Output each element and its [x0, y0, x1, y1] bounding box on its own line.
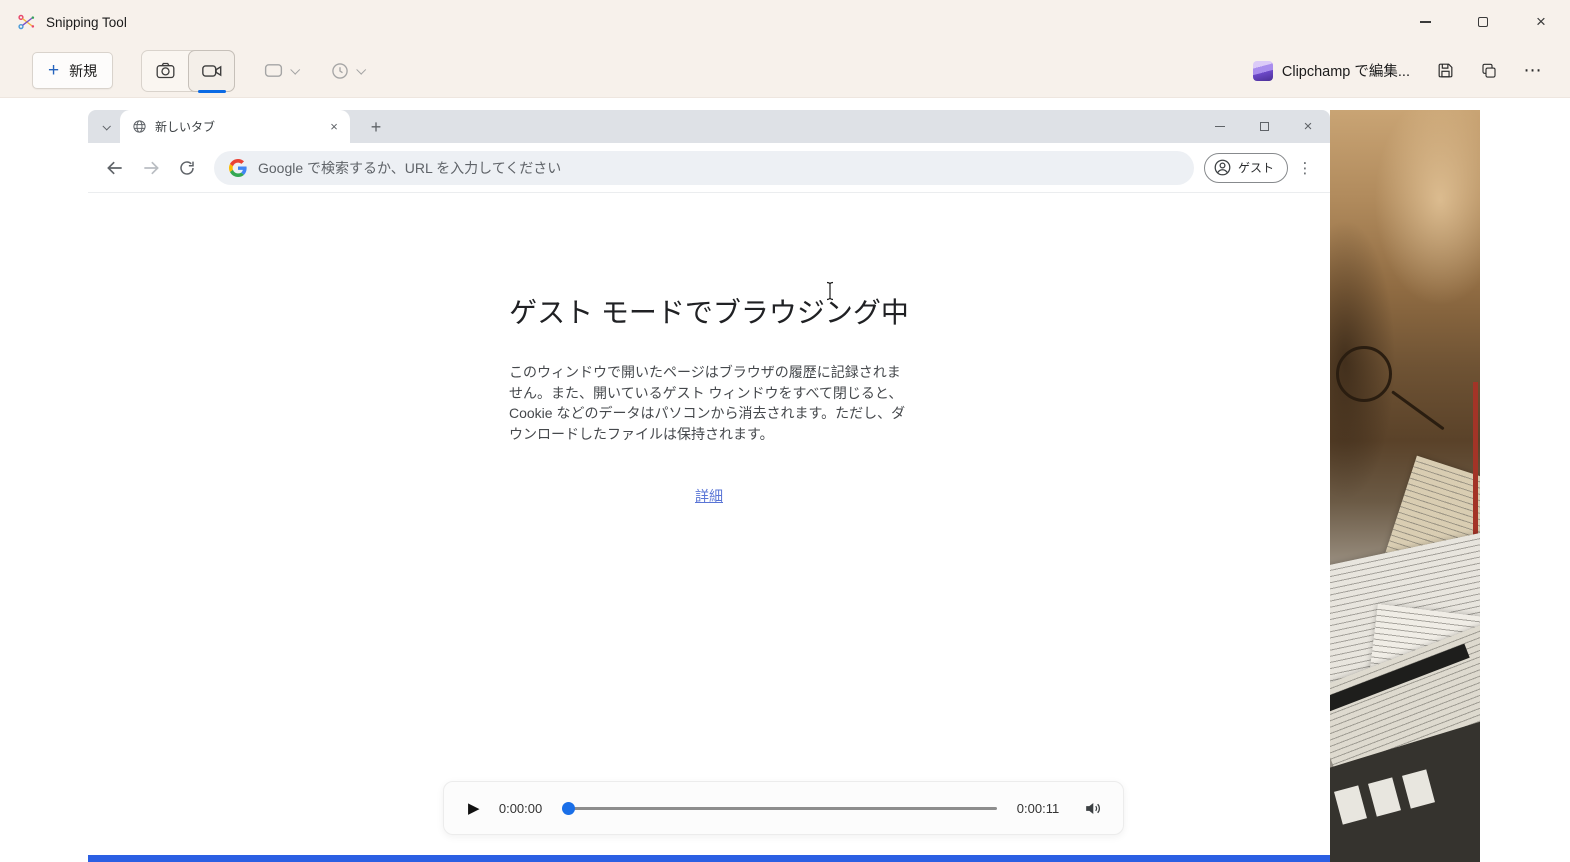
guest-mode-page: ゲスト モードでブラウジング中 このウィンドウで開いたページはブラウザの履歴に記…	[88, 193, 1330, 855]
clock-icon	[330, 61, 350, 81]
active-mode-indicator	[198, 90, 226, 93]
snipping-tool-logo-icon	[16, 12, 36, 32]
seek-track	[562, 807, 997, 810]
copy-button[interactable]	[1470, 53, 1508, 89]
browser-minimize-button[interactable]	[1198, 110, 1242, 143]
forward-button[interactable]	[134, 151, 168, 185]
browser-tab[interactable]: 新しいタブ ×	[120, 110, 350, 143]
titlebar: Snipping Tool ×	[0, 0, 1570, 44]
browser-close-button[interactable]: ×	[1286, 110, 1330, 143]
browser-window-controls: ×	[1198, 110, 1330, 143]
close-icon: ×	[1304, 118, 1313, 135]
chevron-down-icon	[290, 65, 300, 75]
snipping-tool-window: Snipping Tool × + 新規	[0, 0, 1570, 862]
close-button[interactable]: ×	[1512, 0, 1570, 44]
minimize-icon	[1420, 21, 1431, 22]
reload-button[interactable]	[170, 151, 204, 185]
person-circle-icon	[1213, 158, 1232, 177]
omnibox-placeholder: Google で検索するか、URL を入力してください	[258, 158, 561, 178]
videocam-icon	[201, 60, 223, 82]
new-capture-button[interactable]: + 新規	[32, 52, 113, 89]
back-arrow-icon	[105, 158, 125, 178]
plus-icon: +	[48, 61, 59, 80]
recorded-taskbar-strip	[88, 855, 1330, 862]
capture-mode-group	[141, 50, 235, 92]
copy-icon	[1480, 62, 1498, 80]
save-icon	[1436, 61, 1455, 80]
video-mode-button[interactable]	[188, 50, 235, 92]
reload-icon	[178, 159, 196, 177]
clipchamp-icon	[1253, 61, 1273, 81]
window-controls: ×	[1396, 0, 1570, 44]
snip-shape-dropdown[interactable]	[259, 54, 302, 87]
video-player-bar: ▶ 0:00:00 0:00:11	[443, 781, 1124, 835]
link-row: 詳細	[88, 486, 1330, 506]
tab-search-button[interactable]	[96, 117, 116, 137]
play-button[interactable]: ▶	[468, 801, 480, 816]
google-g-icon	[229, 159, 247, 177]
glasses-icon	[1336, 346, 1392, 402]
close-icon: ×	[1536, 12, 1546, 32]
more-icon: ⋯	[1524, 60, 1543, 81]
toolbar-right-group: Clipchamp で編集... ⋯	[1243, 53, 1552, 89]
browser-maximize-button[interactable]	[1242, 110, 1286, 143]
new-tab-button[interactable]: +	[364, 115, 388, 139]
guest-profile-button[interactable]: ゲスト	[1204, 153, 1288, 183]
snipping-toolbar: + 新規	[0, 44, 1570, 98]
clipchamp-edit-button[interactable]: Clipchamp で編集...	[1243, 54, 1420, 87]
camera-icon	[155, 60, 176, 81]
browser-menu-button[interactable]: ⋮	[1290, 151, 1320, 185]
chevron-down-icon	[356, 65, 366, 75]
maximize-icon	[1478, 17, 1488, 27]
maximize-button[interactable]	[1454, 0, 1512, 44]
details-link[interactable]: 詳細	[695, 488, 723, 504]
speaker-icon	[1083, 799, 1102, 818]
page-title: ゲスト モードでブラウジング中	[88, 193, 1330, 331]
minimize-icon	[1215, 126, 1225, 127]
maximize-icon	[1260, 122, 1269, 131]
tab-title: 新しいタブ	[155, 118, 318, 135]
more-options-button[interactable]: ⋯	[1514, 53, 1552, 89]
text-cursor-icon	[825, 281, 835, 306]
chevron-down-icon	[102, 122, 110, 130]
save-button[interactable]	[1426, 53, 1464, 89]
desktop-photo	[1330, 110, 1480, 862]
preview-area: 新しいタブ × + ×	[0, 98, 1570, 862]
current-time: 0:00:00	[496, 801, 546, 816]
omnibox[interactable]: Google で検索するか、URL を入力してください	[214, 151, 1194, 185]
clipchamp-label: Clipchamp で編集...	[1282, 60, 1410, 81]
globe-icon	[132, 119, 147, 134]
guest-label: ゲスト	[1238, 159, 1274, 176]
app-title: Snipping Tool	[46, 15, 127, 30]
volume-button[interactable]	[1079, 799, 1105, 818]
player-progress-thumb[interactable]	[562, 802, 575, 815]
page-description: このウィンドウで開いたページはブラウザの履歴に記録されません。また、開いているゲ…	[509, 362, 909, 444]
minimize-button[interactable]	[1396, 0, 1454, 44]
duration-time: 0:00:11	[1013, 801, 1063, 816]
photo-mode-button[interactable]	[142, 51, 189, 91]
browser-navbar: Google で検索するか、URL を入力してください ゲスト ⋮	[88, 143, 1330, 193]
back-button[interactable]	[98, 151, 132, 185]
glasses-arm	[1391, 390, 1445, 430]
seek-slider[interactable]	[562, 800, 997, 816]
new-capture-label: 新規	[69, 61, 97, 81]
forward-arrow-icon	[141, 158, 161, 178]
tab-strip: 新しいタブ × + ×	[88, 110, 1330, 143]
recorded-browser-window: 新しいタブ × + ×	[88, 110, 1330, 855]
tab-close-icon[interactable]: ×	[326, 119, 342, 135]
rectangle-shape-icon	[263, 60, 284, 81]
delay-timer-dropdown[interactable]	[326, 55, 368, 87]
recording-preview: 新しいタブ × + ×	[88, 110, 1480, 862]
